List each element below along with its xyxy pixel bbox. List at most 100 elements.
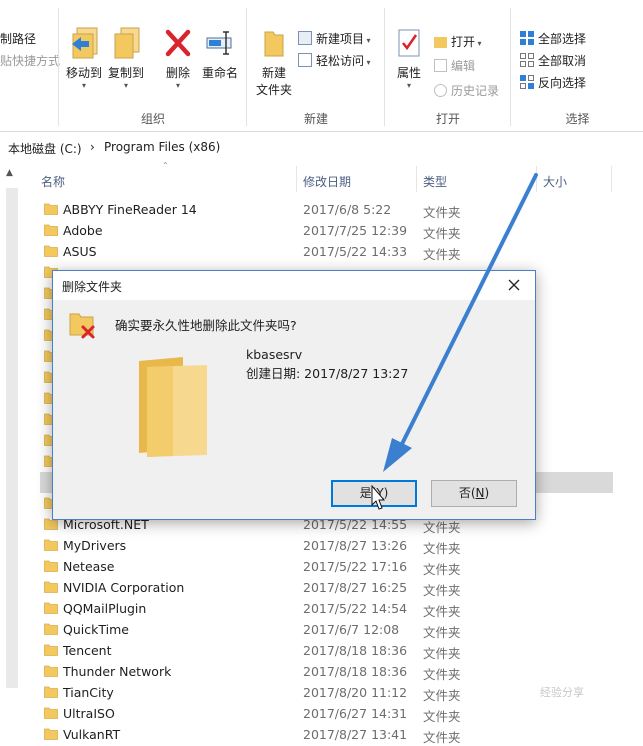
file-date: 2017/8/20 11:12 xyxy=(303,685,408,700)
file-date: 2017/6/27 14:31 xyxy=(303,706,408,721)
invert-selection-icon xyxy=(520,75,534,89)
paste-shortcut-button[interactable]: 贴快捷方式 xyxy=(0,52,60,69)
file-name: ABBYY FineReader 14 xyxy=(63,202,197,217)
file-row[interactable]: ABBYY FineReader 14 2017/6/8 5:22 文件夹 xyxy=(40,199,620,220)
file-row[interactable]: Netease 2017/5/22 17:16 文件夹 xyxy=(40,556,620,577)
file-name: QQMailPlugin xyxy=(63,601,147,616)
column-divider[interactable] xyxy=(296,166,297,192)
file-date: 2017/6/8 5:22 xyxy=(303,202,392,217)
file-type: 文件夹 xyxy=(423,667,461,682)
file-row[interactable]: QuickTime 2017/6/7 12:08 文件夹 xyxy=(40,619,620,640)
breadcrumb-program-files[interactable]: Program Files (x86) xyxy=(104,140,220,154)
new-group: 新建 文件夹 新建项目 ▾ 轻松访问 ▾ 新建 xyxy=(248,0,384,131)
address-bar[interactable]: 本地磁盘 (C:) › Program Files (x86) xyxy=(0,136,643,158)
file-name: Netease xyxy=(63,559,115,574)
file-name: ASUS xyxy=(63,244,97,259)
file-row[interactable]: MyDrivers 2017/8/27 13:26 文件夹 xyxy=(40,535,620,556)
yes-accelerator: Y xyxy=(376,486,384,500)
file-type: 文件夹 xyxy=(423,604,461,619)
chevron-down-icon: ▾ xyxy=(364,36,371,45)
file-date: 2017/7/25 12:39 xyxy=(303,223,408,238)
group-divider xyxy=(58,8,59,126)
file-row[interactable]: QQMailPlugin 2017/5/22 14:54 文件夹 xyxy=(40,598,620,619)
properties-icon xyxy=(398,29,420,57)
open-button[interactable]: 打开 ▾ xyxy=(434,33,482,50)
file-date: 2017/5/22 14:54 xyxy=(303,601,408,616)
easy-access-button[interactable]: 轻松访问 ▾ xyxy=(298,52,371,69)
rename-button[interactable]: 重命名 xyxy=(200,26,240,81)
edit-button[interactable]: 编辑 xyxy=(434,57,475,74)
no-button[interactable]: 否(N) xyxy=(431,480,517,507)
column-size[interactable]: 大小 xyxy=(543,173,567,190)
file-row[interactable]: Thunder Network 2017/8/18 18:36 文件夹 xyxy=(40,661,620,682)
folder-name: kbasesrv xyxy=(246,347,303,362)
folder-icon xyxy=(44,602,58,614)
file-row[interactable]: Tencent 2017/8/18 18:36 文件夹 xyxy=(40,640,620,661)
column-header: ⌃ 名称 修改日期 类型 大小 xyxy=(20,161,643,192)
column-divider[interactable] xyxy=(536,166,537,192)
folder-delete-icon xyxy=(69,313,95,339)
select-none-button[interactable]: 全部取消 xyxy=(520,52,586,69)
folder-icon xyxy=(44,539,58,551)
properties-label: 属性 xyxy=(396,66,421,80)
delete-folder-dialog: 删除文件夹 确实要永久性地删除此文件夹吗? kbasesrv 创建日期: 201… xyxy=(52,270,536,520)
watermark: 经验分享 xyxy=(540,686,584,699)
copy-path-button[interactable]: 制路径 xyxy=(0,30,36,47)
move-to-button[interactable]: 移动到 ▾ xyxy=(64,26,104,90)
new-item-icon xyxy=(298,31,312,45)
file-type: 文件夹 xyxy=(423,583,461,598)
group-divider xyxy=(384,8,385,126)
navigation-scrollbar[interactable] xyxy=(6,188,18,688)
file-row[interactable]: VulkanRT 2017/8/27 13:41 文件夹 xyxy=(40,724,620,745)
file-row[interactable]: UltraISO 2017/6/27 14:31 文件夹 xyxy=(40,703,620,724)
file-date: 2017/5/22 17:16 xyxy=(303,559,408,574)
chevron-down-icon: ▾ xyxy=(364,58,371,67)
folder-icon xyxy=(44,728,58,740)
open-group: 属性 ▾ 打开 ▾ 编辑 历史记录 打开 xyxy=(386,0,510,131)
file-type: 文件夹 xyxy=(423,247,461,262)
copy-to-button[interactable]: 复制到 ▾ xyxy=(106,26,146,90)
new-folder-icon xyxy=(264,31,284,57)
folder-icon xyxy=(139,357,207,457)
new-folder-button[interactable]: 新建 文件夹 xyxy=(254,26,294,98)
scroll-up-icon[interactable]: ▲ xyxy=(6,168,13,178)
easy-access-icon xyxy=(298,53,312,67)
edit-icon xyxy=(434,59,447,72)
breadcrumb-local-disk[interactable]: 本地磁盘 (C:) xyxy=(8,140,82,157)
history-button[interactable]: 历史记录 xyxy=(434,82,499,99)
select-all-label: 全部选择 xyxy=(538,32,587,46)
file-name: Thunder Network xyxy=(63,664,172,679)
file-name: UltraISO xyxy=(63,706,115,721)
column-type[interactable]: 类型 xyxy=(423,173,447,190)
folder-icon xyxy=(44,644,58,656)
sort-up-icon: ⌃ xyxy=(162,161,169,170)
file-row[interactable]: ASUS 2017/5/22 14:33 文件夹 xyxy=(40,241,620,262)
delete-button[interactable]: 删除 ▾ xyxy=(158,26,198,90)
column-divider[interactable] xyxy=(416,166,417,192)
column-date[interactable]: 修改日期 xyxy=(303,173,351,190)
file-date: 2017/8/18 18:36 xyxy=(303,664,408,679)
copy-to-icon xyxy=(114,27,140,59)
rename-icon xyxy=(206,31,232,55)
invert-selection-button[interactable]: 反向选择 xyxy=(520,74,586,91)
new-item-button[interactable]: 新建项目 ▾ xyxy=(298,30,371,47)
yes-button[interactable]: 是(Y) xyxy=(331,480,417,507)
chevron-down-icon: ▾ xyxy=(406,81,411,90)
select-group: 全部选择 全部取消 反向选择 选择 xyxy=(512,0,643,131)
select-all-button[interactable]: 全部选择 xyxy=(520,30,586,47)
column-divider[interactable] xyxy=(611,166,612,192)
history-label: 历史记录 xyxy=(451,84,500,98)
file-row[interactable]: TianCity 2017/8/20 11:12 文件夹 xyxy=(40,682,620,703)
folder-created-date: 创建日期: 2017/8/27 13:27 xyxy=(246,366,409,381)
close-icon[interactable] xyxy=(505,276,523,294)
properties-button[interactable]: 属性 ▾ xyxy=(392,26,426,90)
no-accelerator: N xyxy=(475,486,485,500)
file-name: VulkanRT xyxy=(63,727,121,742)
copy-to-label: 复制到 xyxy=(107,66,144,80)
chevron-down-icon: ▾ xyxy=(475,39,482,48)
file-row[interactable]: Adobe 2017/7/25 12:39 文件夹 xyxy=(40,220,620,241)
file-row[interactable]: NVIDIA Corporation 2017/8/27 16:25 文件夹 xyxy=(40,577,620,598)
dialog-titlebar: 删除文件夹 xyxy=(53,271,535,300)
column-name[interactable]: 名称 xyxy=(41,173,65,190)
breadcrumb-separator: › xyxy=(90,140,95,154)
